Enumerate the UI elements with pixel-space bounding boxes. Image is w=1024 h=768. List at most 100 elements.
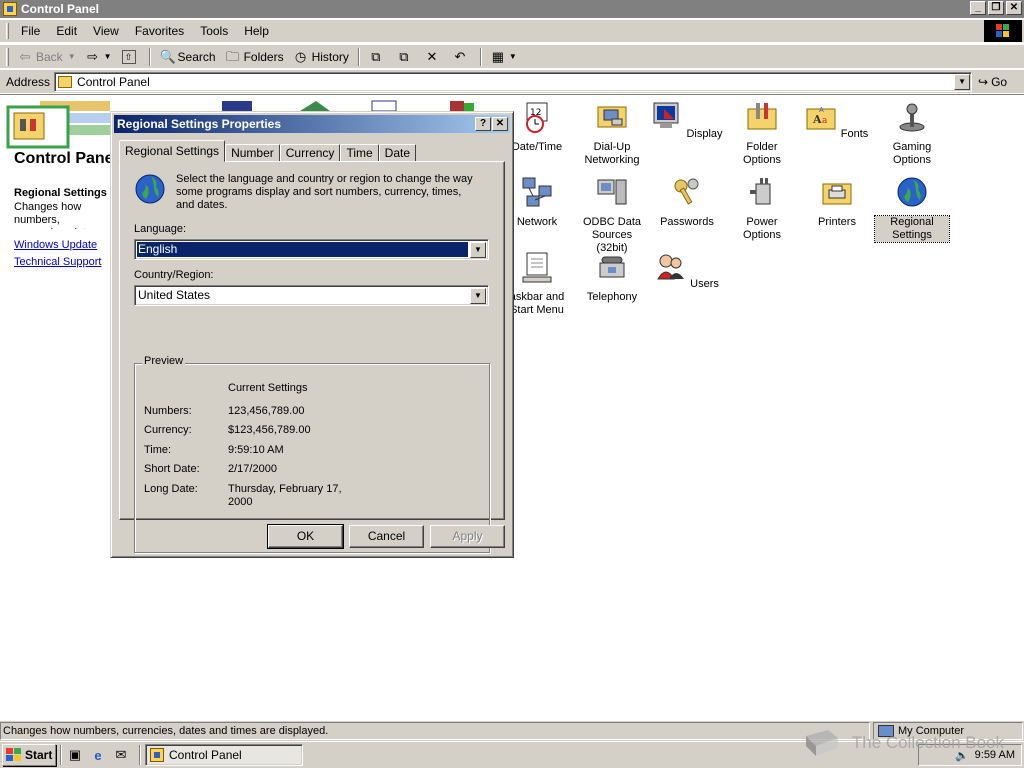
menu-edit[interactable]: Edit: [48, 22, 85, 40]
folders-label: Folders: [243, 49, 284, 64]
move-to-button[interactable]: ⧉: [364, 48, 392, 66]
menu-grip: [6, 23, 9, 39]
show-desktop-icon[interactable]: ▣: [66, 746, 84, 764]
preview-value-numbers: 123,456,789.00: [228, 405, 305, 417]
back-arrow-icon: ⇦: [19, 48, 31, 64]
language-dropdown-button[interactable]: ▼: [470, 242, 486, 258]
views-dropdown-icon: ▼: [508, 52, 517, 61]
tab-regional-settings[interactable]: Regional Settings: [119, 140, 226, 162]
icon-label: Power Options: [743, 216, 781, 241]
forward-dropdown-icon[interactable]: ▼: [104, 52, 112, 61]
icon-label: Telephony: [586, 291, 638, 303]
toolbar-separator: [148, 47, 151, 66]
go-button[interactable]: ↪ Go: [978, 75, 1007, 89]
dialog-title: Regional Settings Properties: [117, 117, 282, 131]
undo-button[interactable]: ↶: [448, 48, 476, 66]
country-select[interactable]: United States ▼: [134, 285, 489, 306]
menu-help[interactable]: Help: [236, 22, 277, 40]
globe-icon: [897, 177, 927, 207]
odbc-icon-item[interactable]: ODBC Data Sources (32bit): [575, 176, 649, 255]
preview-value-time: 9:59:10 AM: [228, 444, 284, 456]
menu-file[interactable]: File: [13, 22, 48, 40]
address-dropdown-button[interactable]: ▼: [954, 73, 971, 90]
language-label: Language:: [134, 223, 186, 235]
folders-button[interactable]: 🗀 Folders: [221, 48, 289, 66]
folder-options-icon-item[interactable]: Folder Options: [725, 101, 799, 167]
close-button[interactable]: ✕: [1006, 1, 1022, 15]
address-bar: Address Control Panel ▼ ↪ Go: [0, 69, 1024, 93]
dialog-description: Select the language and country or regio…: [176, 173, 473, 211]
gaming-options-icon-item[interactable]: Gaming Options: [875, 101, 949, 167]
dialog-close-button[interactable]: ✕: [492, 117, 508, 131]
window-title-bar[interactable]: Control Panel _ ❐ ✕: [0, 0, 1024, 18]
icon-label: Dial-Up Networking: [584, 141, 640, 166]
back-dropdown-icon[interactable]: ▼: [68, 52, 76, 61]
views-button[interactable]: ▦ ▼: [486, 48, 522, 66]
address-value: Control Panel: [77, 74, 150, 89]
calendar-clock-icon: 12: [526, 102, 548, 133]
dial-up-networking-icon-item[interactable]: Dial-Up Networking: [575, 101, 649, 167]
preview-label-time: Time:: [144, 444, 172, 456]
power-options-icon-item[interactable]: Power Options: [725, 176, 799, 242]
minimize-button[interactable]: _: [970, 1, 986, 15]
windows-logo: [984, 20, 1022, 42]
keys-icon: [674, 178, 699, 205]
passwords-icon-item[interactable]: Passwords: [650, 176, 724, 229]
taskbar-separator: [60, 745, 62, 765]
preview-label-long-date: Long Date:: [144, 483, 198, 495]
menu-favorites[interactable]: Favorites: [127, 22, 192, 40]
language-select[interactable]: English ▼: [134, 239, 489, 260]
menu-tools[interactable]: Tools: [192, 22, 236, 40]
regional-settings-icon-item[interactable]: Regional Settings: [874, 176, 950, 243]
forward-button[interactable]: ⇨ ▼: [81, 48, 117, 66]
restore-button[interactable]: ❐: [988, 1, 1004, 15]
apply-button[interactable]: Apply: [430, 525, 505, 548]
watermark-text: The Collection Book: [851, 733, 1004, 752]
country-dropdown-button[interactable]: ▼: [470, 288, 486, 304]
standard-toolbar: ⇦ Back ▼ ⇨ ▼ ⇧ 🔍 Search 🗀 Folders ◷ Hist…: [0, 44, 1024, 68]
copy-to-button[interactable]: ⧉: [392, 48, 420, 66]
icon-label: Fonts: [840, 128, 869, 140]
taskbar-button-control-panel[interactable]: Control Panel: [145, 744, 303, 766]
help-button[interactable]: ?: [475, 117, 491, 131]
tab-date[interactable]: Date: [378, 144, 417, 162]
tab-time[interactable]: Time: [340, 144, 379, 162]
display-icon-item[interactable]: Display: [650, 101, 724, 141]
cancel-button[interactable]: Cancel: [349, 525, 424, 548]
search-button[interactable]: 🔍 Search: [155, 48, 221, 66]
users-icon-item[interactable]: Users: [650, 251, 724, 291]
preview-label-currency: Currency:: [144, 424, 192, 436]
address-input[interactable]: Control Panel ▼: [54, 71, 973, 92]
regional-settings-dialog[interactable]: Regional Settings Properties ? ✕ Regiona…: [110, 111, 514, 558]
start-button[interactable]: Start: [2, 744, 56, 766]
undo-icon: ↶: [454, 48, 466, 64]
forward-arrow-icon: ⇨: [87, 48, 99, 64]
technical-support-link[interactable]: Technical Support: [14, 256, 101, 268]
dialog-title-bar[interactable]: Regional Settings Properties ? ✕: [114, 115, 510, 133]
history-button[interactable]: ◷ History: [289, 48, 354, 66]
folders-icon: 🗀: [226, 48, 240, 64]
delete-icon: ✕: [426, 48, 438, 64]
outlook-express-icon[interactable]: ✉: [112, 746, 130, 764]
icon-label: Regional Settings: [874, 215, 950, 243]
windows-update-link[interactable]: Windows Update: [14, 239, 97, 251]
printers-icon-item[interactable]: Printers: [800, 176, 874, 229]
preview-legend: Preview: [142, 355, 186, 367]
fonts-icon-item[interactable]: AaA Fonts: [800, 101, 874, 141]
tab-currency[interactable]: Currency: [279, 144, 341, 162]
back-button[interactable]: ⇦ Back ▼: [13, 48, 81, 66]
menu-view[interactable]: View: [85, 22, 127, 40]
ok-button[interactable]: OK: [267, 524, 344, 549]
internet-explorer-icon[interactable]: e: [89, 746, 107, 764]
tab-number[interactable]: Number: [225, 144, 280, 162]
up-folder-button[interactable]: ⇧: [117, 48, 145, 66]
joystick-icon: [899, 103, 925, 132]
telephony-icon-item[interactable]: Telephony: [575, 251, 649, 304]
go-label: Go: [991, 74, 1008, 89]
delete-button[interactable]: ✕: [420, 48, 448, 66]
icon-label: Users: [690, 278, 719, 290]
control-panel-icon: [150, 748, 164, 762]
users-icon: [657, 254, 685, 280]
toolbar-separator: [479, 47, 482, 66]
icon-label: Gaming Options: [892, 141, 932, 166]
